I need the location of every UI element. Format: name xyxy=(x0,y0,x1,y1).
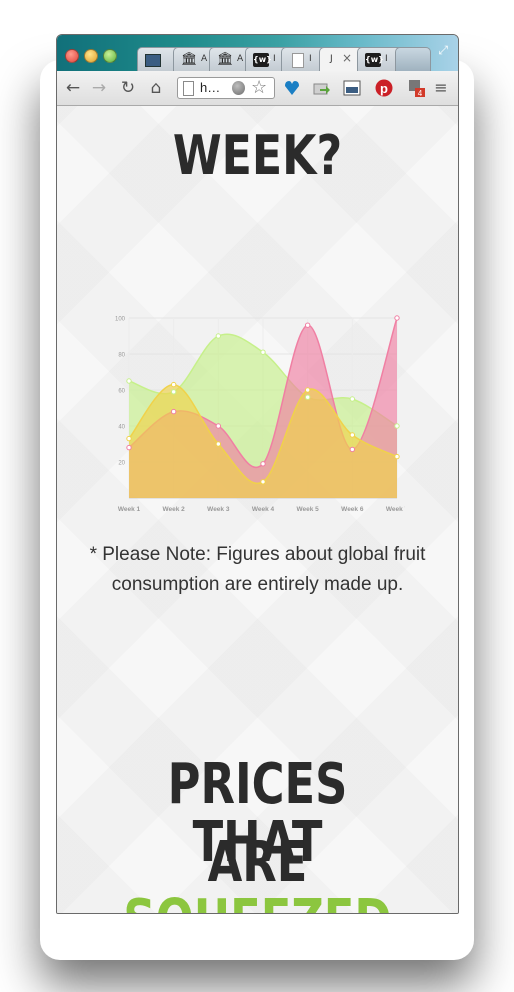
section-heading: WEEK? xyxy=(172,124,343,187)
x-tick-label: Week 1 xyxy=(118,506,141,513)
pinterest-icon[interactable]: p xyxy=(375,79,393,97)
fruit-consumption-chart: 20 40 60 80 100 Week 1 Week 2 Week 3 Week 4 Week… xyxy=(115,315,405,513)
heading-accent-word: SQUEEZED xyxy=(123,888,391,914)
x-tick-label: Week 2 xyxy=(163,506,186,513)
tab-label: I xyxy=(309,54,312,64)
series-3-point-4[interactable] xyxy=(260,479,266,485)
address-bar[interactable]: h… ☆ xyxy=(177,77,275,99)
image-icon xyxy=(145,54,161,67)
tab-label: I xyxy=(273,54,276,64)
series-1-point-7[interactable] xyxy=(394,423,400,429)
y-tick-label: 40 xyxy=(118,425,125,431)
bank-icon: 🏛 xyxy=(181,52,198,67)
x-tick-label: Week 7 xyxy=(386,506,405,513)
tab-label: I xyxy=(385,54,388,64)
y-tick-label: 20 xyxy=(118,461,125,467)
new-tab-button[interactable] xyxy=(395,47,431,71)
forward-icon[interactable]: → xyxy=(89,78,109,98)
heart-extension-icon[interactable] xyxy=(283,79,301,97)
bookmark-star-icon[interactable]: ☆ xyxy=(251,77,267,98)
bank-icon: 🏛 xyxy=(217,52,234,67)
browser-toolbar: ← → ↻ ⌂ h… ☆ p 4 ≡ xyxy=(57,71,458,106)
series-2-point-1[interactable] xyxy=(126,444,132,451)
svg-text:p: p xyxy=(380,81,388,96)
footnote-text: * Please Note: Figures about global frui… xyxy=(89,544,426,595)
page-icon xyxy=(183,81,194,96)
x-tick-label: Week 4 xyxy=(252,506,275,513)
series-3-point-6[interactable] xyxy=(349,432,356,438)
reload-icon[interactable]: ↻ xyxy=(118,78,138,98)
title-bar: 🏛 A 🏛 A {w} I I J × {w} I ⤢ xyxy=(57,35,458,71)
tab-label: A xyxy=(237,54,244,64)
series-2-point-7[interactable] xyxy=(394,315,400,321)
y-tick-label: 60 xyxy=(118,389,125,395)
lightbulb-icon[interactable] xyxy=(232,81,245,95)
y-tick-label: 100 xyxy=(115,317,126,323)
back-icon[interactable]: ← xyxy=(63,78,83,98)
series-1-point-3[interactable] xyxy=(215,333,222,339)
series-2-point-5[interactable] xyxy=(304,322,311,328)
series-1-point-4[interactable] xyxy=(260,349,266,355)
address-text: h… xyxy=(200,80,221,95)
pricing-heading-line2: ARE SQUEEZED xyxy=(97,834,418,914)
tab-label: J xyxy=(330,54,333,64)
x-tick-label: Week 6 xyxy=(341,506,364,513)
page-icon xyxy=(292,53,304,68)
series-3-point-1[interactable] xyxy=(126,435,132,442)
svg-text:4: 4 xyxy=(418,89,423,97)
series-2-point-2[interactable] xyxy=(170,408,177,415)
share-extension-icon[interactable] xyxy=(313,79,331,97)
browser-window: 🏛 A 🏛 A {w} I I J × {w} I ⤢ ← → ↻ ⌂ h… ☆… xyxy=(56,34,459,914)
series-3-point-7[interactable] xyxy=(394,453,400,460)
series-3-point-3[interactable] xyxy=(215,441,222,447)
image-extension-icon[interactable] xyxy=(343,79,361,97)
menu-icon[interactable]: ≡ xyxy=(431,78,451,98)
zoom-window-button[interactable] xyxy=(103,49,117,63)
fullscreen-icon[interactable]: ⤢ xyxy=(438,43,448,58)
series-1-point-5[interactable] xyxy=(304,394,311,400)
y-tick-label: 80 xyxy=(118,353,125,359)
minimize-window-button[interactable] xyxy=(84,49,98,63)
series-2-point-6[interactable] xyxy=(349,446,356,453)
series-1-point-1[interactable] xyxy=(126,378,132,384)
series-2-point-4[interactable] xyxy=(260,461,266,467)
series-3-point-2[interactable] xyxy=(170,381,177,388)
heading-plain-word: ARE xyxy=(207,830,308,895)
x-tick-label: Week 5 xyxy=(297,506,320,513)
home-icon[interactable]: ⌂ xyxy=(146,78,166,98)
close-window-button[interactable] xyxy=(65,49,79,63)
wiki-icon: {w} xyxy=(253,53,272,67)
extension-badge-icon[interactable]: 4 xyxy=(407,79,425,97)
series-1-point-2[interactable] xyxy=(170,389,177,395)
wiki-icon: {w} xyxy=(365,53,384,67)
tab-label: A xyxy=(201,54,208,64)
series-3-point-5[interactable] xyxy=(304,387,311,393)
x-tick-label: Week 3 xyxy=(207,506,230,513)
page-content: WEEK? 20 40 60 80 100 Week 1 Week 2 Week 3 Week… xyxy=(57,106,458,913)
close-tab-icon[interactable]: × xyxy=(342,51,352,65)
series-2-point-3[interactable] xyxy=(215,423,222,429)
series-1-point-6[interactable] xyxy=(349,396,356,402)
